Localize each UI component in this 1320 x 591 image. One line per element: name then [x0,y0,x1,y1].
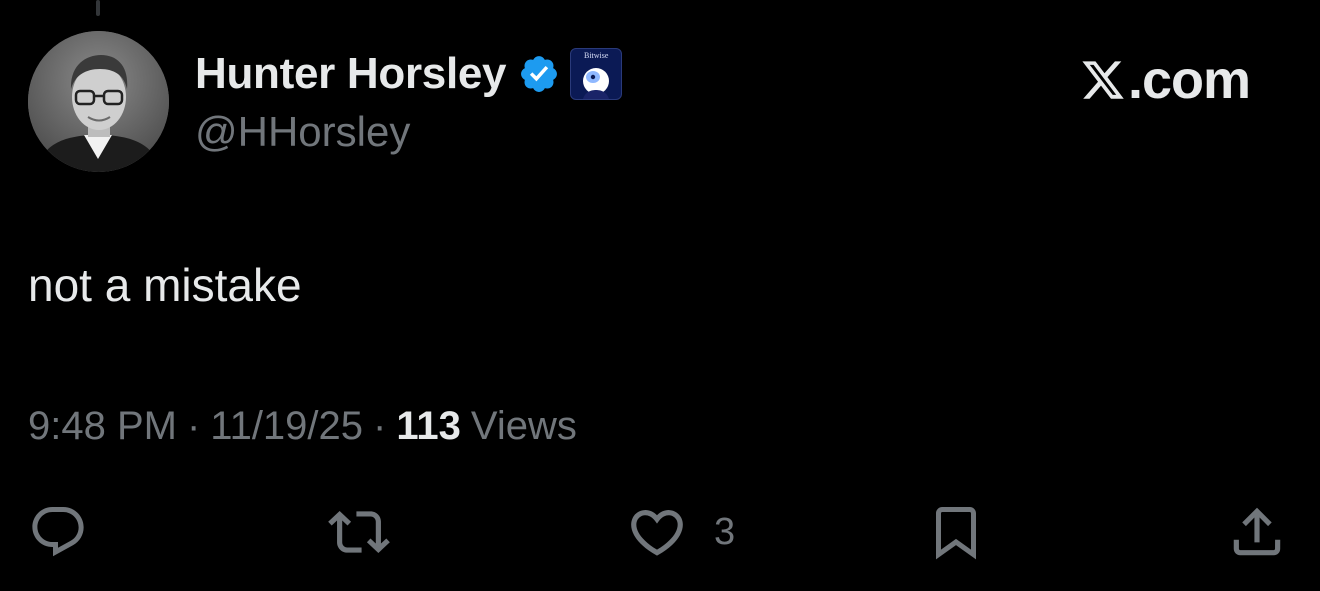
watermark: .com [1080,48,1251,112]
avatar[interactable] [28,31,169,172]
affiliate-logo-icon [583,68,610,99]
tweet-date[interactable]: 11/19/25 [210,404,363,449]
tweet-text: not a mistake [28,259,302,311]
views-count[interactable]: 113 [396,404,461,449]
x-logo-icon [1082,61,1124,99]
author-handle[interactable]: @HHorsley [195,108,410,156]
like-count: 3 [714,510,736,553]
meta-separator: · [373,404,387,448]
affiliate-badge[interactable]: Bitwise [570,48,623,100]
thread-connector-line [96,0,100,16]
reply-icon [32,507,84,557]
tweet-time[interactable]: 9:48 PM [28,404,177,449]
meta-separator: · [186,404,201,448]
action-bar: 3 [0,500,1320,564]
heart-icon [631,510,683,556]
views-label[interactable]: Views [471,404,577,449]
author-name-row: Hunter Horsley Bitwise [195,48,623,100]
bookmark-button[interactable] [926,500,986,564]
retweet-button[interactable] [328,500,390,564]
profile-photo [28,31,169,172]
retweet-icon [328,511,390,553]
author-display-name[interactable]: Hunter Horsley [195,49,507,99]
verified-badge-icon[interactable] [518,53,560,95]
bookmark-icon [936,507,976,560]
like-button[interactable]: 3 [626,500,735,564]
reply-button[interactable] [28,500,88,564]
tweet-meta: 9:48 PM · 11/19/25 · 113 Views [28,404,577,449]
share-icon [1233,507,1281,556]
share-button[interactable] [1226,500,1288,564]
watermark-text: .com [1128,50,1251,110]
